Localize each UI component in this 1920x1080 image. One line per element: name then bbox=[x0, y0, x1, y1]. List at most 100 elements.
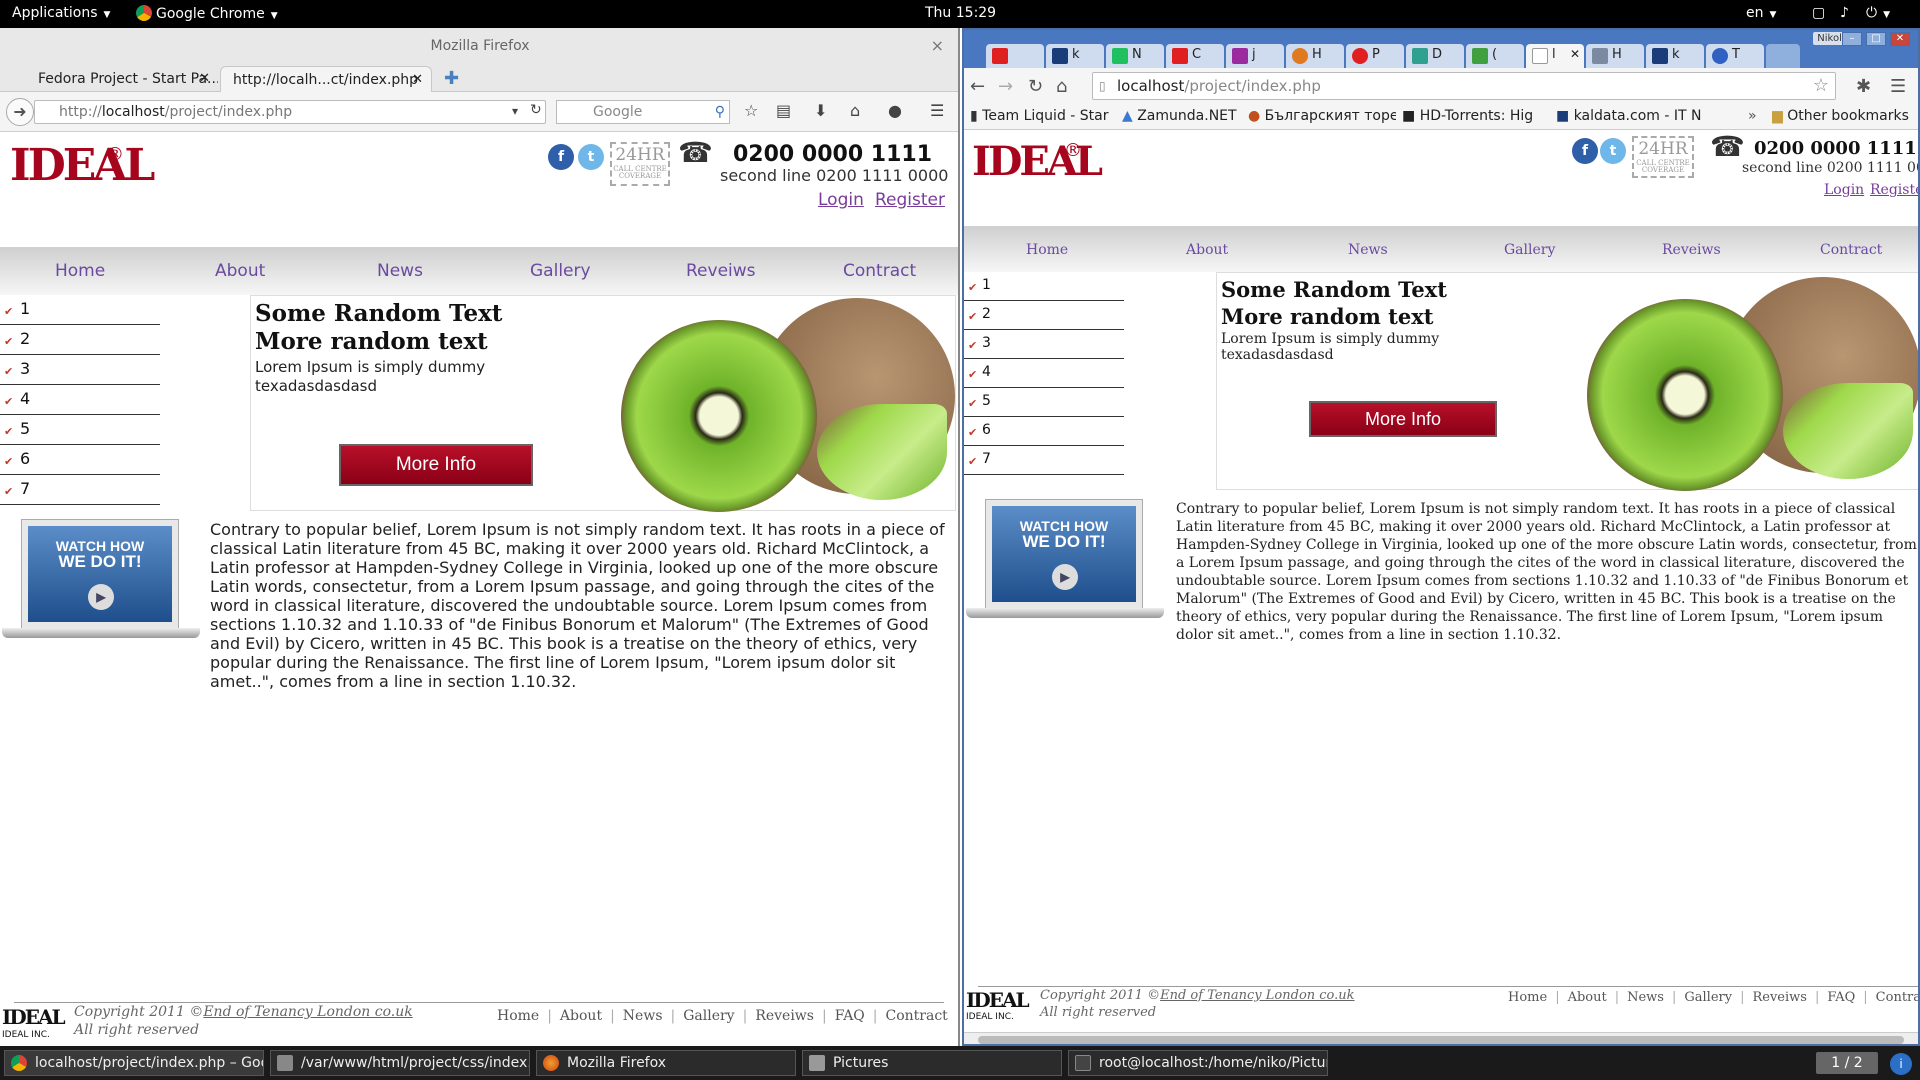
language-menu[interactable]: en ▼ bbox=[1746, 5, 1776, 21]
chrome-tab[interactable]: k bbox=[1646, 44, 1704, 68]
new-tab-icon[interactable]: ✚ bbox=[444, 68, 459, 89]
chrome-tab-active[interactable]: l ✕ bbox=[1526, 44, 1584, 68]
tab-fedora[interactable]: Fedora Project - Start Pa... ✕ bbox=[14, 66, 218, 92]
nav-home[interactable]: Home bbox=[1026, 242, 1068, 258]
bookmark-item[interactable]: ▲ Zamunda.NET bbox=[1122, 108, 1248, 124]
bookmark-item[interactable]: ● Българският торе bbox=[1248, 108, 1396, 124]
footer-link-news[interactable]: News bbox=[623, 1008, 663, 1024]
active-app-menu[interactable]: Google Chrome ▼ bbox=[136, 5, 278, 22]
close-icon[interactable]: × bbox=[931, 28, 944, 64]
watch-video-laptop[interactable]: WATCH HOW WE DO IT! ▶ bbox=[966, 499, 1164, 630]
facebook-icon[interactable]: f bbox=[548, 144, 574, 170]
list-item[interactable]: ✔ 4 bbox=[964, 359, 1124, 388]
nav-reveiws[interactable]: Reveiws bbox=[1662, 242, 1721, 258]
omnibox[interactable]: ▯ localhost/project/index.php ☆ bbox=[1092, 72, 1836, 100]
chrome-tab[interactable]: j bbox=[1226, 44, 1284, 68]
home-icon[interactable]: ⌂ bbox=[850, 101, 860, 120]
menu-icon[interactable]: ☰ bbox=[930, 101, 944, 120]
copyright-link[interactable]: End of Tenancy London co.uk bbox=[1160, 988, 1354, 1003]
chrome-tab[interactable]: H bbox=[1286, 44, 1344, 68]
clock[interactable]: Thu 15:29 bbox=[925, 5, 996, 21]
footer-link-contract[interactable]: Contract bbox=[886, 1008, 948, 1024]
more-info-button[interactable]: More Info bbox=[339, 444, 533, 486]
screen-icon[interactable]: ▢ bbox=[1812, 5, 1825, 21]
list-item[interactable]: ✔ 7 bbox=[964, 446, 1124, 475]
taskbar-item-firefox[interactable]: Mozilla Firefox bbox=[536, 1050, 796, 1076]
back-icon[interactable]: ← bbox=[970, 76, 985, 97]
chrome-tab[interactable]: C bbox=[1166, 44, 1224, 68]
list-item[interactable]: ✔ 5 bbox=[0, 415, 160, 445]
reload-icon[interactable]: ↻ bbox=[530, 102, 542, 118]
register-link[interactable]: Register bbox=[1870, 182, 1918, 198]
chrome-tab[interactable]: D bbox=[1406, 44, 1464, 68]
more-bookmarks-icon[interactable]: » bbox=[1748, 108, 1757, 124]
chrome-tab[interactable]: k bbox=[1046, 44, 1104, 68]
site-logo[interactable]: IDEAL bbox=[10, 140, 155, 191]
extension-icon[interactable]: ✱ bbox=[1856, 76, 1871, 97]
list-item[interactable]: ✔ 5 bbox=[964, 388, 1124, 417]
close-tab-icon[interactable]: ✕ bbox=[199, 71, 210, 86]
footer-link-about[interactable]: About bbox=[1568, 990, 1607, 1005]
dropdown-icon[interactable]: ▾ bbox=[512, 104, 518, 118]
list-item[interactable]: ✔ 1 bbox=[964, 272, 1124, 301]
taskbar-item-chrome[interactable]: localhost/project/index.php – Goo... bbox=[4, 1050, 264, 1076]
tab-localhost[interactable]: http://localh...ct/index.php ✕ bbox=[220, 66, 432, 92]
nav-news[interactable]: News bbox=[1348, 242, 1388, 258]
download-icon[interactable]: ⬇ bbox=[814, 101, 827, 120]
bookmark-item[interactable]: ■ HD-Torrents: Hig bbox=[1402, 108, 1550, 124]
footer-link-faq[interactable]: FAQ bbox=[835, 1008, 865, 1024]
close-tab-icon[interactable]: ✕ bbox=[1570, 47, 1580, 61]
volume-icon[interactable]: ♪ bbox=[1840, 5, 1849, 21]
nav-about[interactable]: About bbox=[1186, 242, 1228, 258]
login-link[interactable]: Login bbox=[818, 190, 864, 210]
list-item[interactable]: ✔ 6 bbox=[0, 445, 160, 475]
maximize-icon[interactable]: □ bbox=[1866, 32, 1886, 46]
footer-link-reveiws[interactable]: Reveiws bbox=[755, 1008, 814, 1024]
chat-icon[interactable]: ● bbox=[888, 101, 902, 120]
nav-news[interactable]: News bbox=[377, 261, 423, 281]
nav-gallery[interactable]: Gallery bbox=[530, 261, 591, 281]
horizontal-scrollbar[interactable] bbox=[964, 1032, 1918, 1044]
more-info-button[interactable]: More Info bbox=[1309, 401, 1497, 437]
play-icon[interactable]: ▶ bbox=[88, 584, 114, 610]
search-input[interactable]: Google ⚲ bbox=[556, 100, 730, 124]
footer-link-gallery[interactable]: Gallery bbox=[1684, 990, 1732, 1005]
footer-link-about[interactable]: About bbox=[560, 1008, 602, 1024]
scrollbar-thumb[interactable] bbox=[978, 1036, 1904, 1044]
play-icon[interactable]: ▶ bbox=[1052, 564, 1078, 590]
chrome-tab[interactable]: H bbox=[1586, 44, 1644, 68]
list-item[interactable]: ✔ 2 bbox=[964, 301, 1124, 330]
forward-icon[interactable]: → bbox=[998, 76, 1013, 97]
minimize-icon[interactable]: – bbox=[1842, 32, 1862, 46]
nav-reveiws[interactable]: Reveiws bbox=[686, 261, 756, 281]
footer-logo[interactable]: IDEAL bbox=[966, 988, 1030, 1012]
other-bookmarks[interactable]: ▆ Other bookmarks bbox=[1772, 108, 1909, 124]
nav-about[interactable]: About bbox=[215, 261, 265, 281]
list-item[interactable]: ✔ 3 bbox=[0, 355, 160, 385]
taskbar-item-pictures[interactable]: Pictures bbox=[802, 1050, 1062, 1076]
home-icon[interactable]: ⌂ bbox=[1056, 76, 1067, 97]
back-icon[interactable]: ➜ bbox=[6, 98, 34, 126]
power-icon[interactable]: ⏻ ▼ bbox=[1866, 5, 1890, 21]
copyright-link[interactable]: End of Tenancy London co.uk bbox=[203, 1004, 412, 1020]
list-item[interactable]: ✔ 4 bbox=[0, 385, 160, 415]
chrome-tab[interactable]: T bbox=[1706, 44, 1764, 68]
footer-link-reveiws[interactable]: Reveiws bbox=[1752, 990, 1806, 1005]
bookmark-item[interactable]: ■ kaldata.com - IT N bbox=[1556, 108, 1706, 124]
list-item[interactable]: ✔ 3 bbox=[964, 330, 1124, 359]
twitter-icon[interactable]: t bbox=[578, 144, 604, 170]
bookmark-star-icon[interactable]: ☆ bbox=[744, 101, 758, 120]
bookmark-star-icon[interactable]: ☆ bbox=[1813, 73, 1829, 99]
chrome-tab[interactable]: N bbox=[1106, 44, 1164, 68]
list-item[interactable]: ✔ 2 bbox=[0, 325, 160, 355]
nav-home[interactable]: Home bbox=[55, 261, 105, 281]
footer-link-home[interactable]: Home bbox=[1508, 990, 1547, 1005]
chrome-tab[interactable]: P bbox=[1346, 44, 1404, 68]
nav-gallery[interactable]: Gallery bbox=[1504, 242, 1555, 258]
menu-icon[interactable]: ☰ bbox=[1890, 76, 1906, 97]
list-item[interactable]: ✔ 6 bbox=[964, 417, 1124, 446]
list-item[interactable]: ✔ 1 bbox=[0, 295, 160, 325]
url-bar[interactable]: http://localhost/project/index.php bbox=[34, 100, 546, 124]
list-item[interactable]: ✔ 7 bbox=[0, 475, 160, 505]
footer-link-contract[interactable]: Contract bbox=[1876, 990, 1918, 1005]
